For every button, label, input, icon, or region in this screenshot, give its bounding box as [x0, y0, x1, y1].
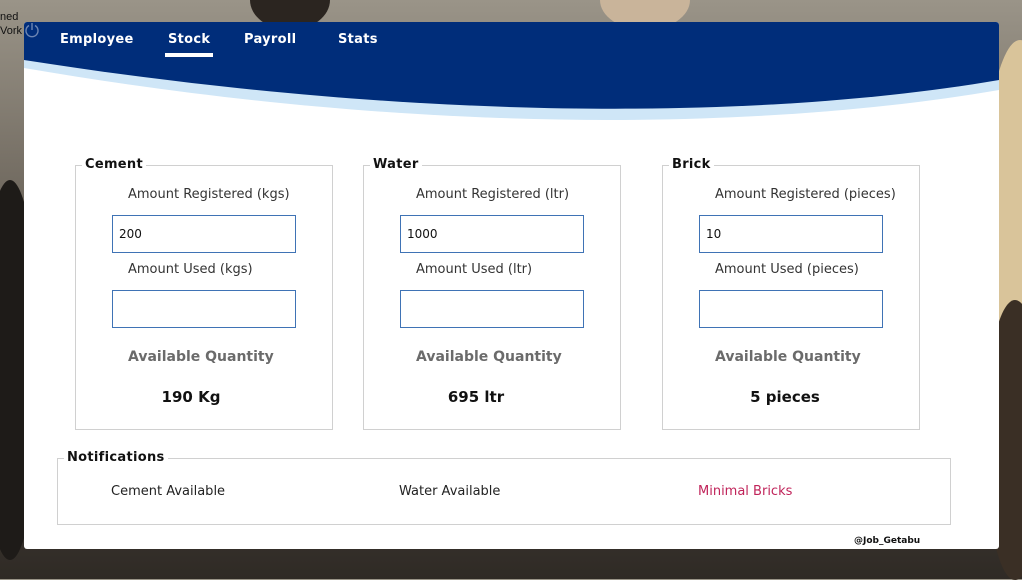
notification-bricks: Minimal Bricks — [698, 484, 793, 499]
brick-registered-input[interactable] — [699, 215, 883, 253]
desktop-edge-text-line1: ned — [0, 11, 19, 23]
water-panel-title: Water — [370, 157, 422, 172]
desktop-edge-text: ned Vork — [0, 10, 22, 38]
water-panel: Water Amount Registered (ltr) Amount Use… — [363, 157, 621, 430]
notifications-title: Notifications — [64, 450, 168, 465]
power-icon[interactable] — [24, 22, 40, 38]
notification-cement: Cement Available — [111, 484, 226, 499]
water-available-value: 695 ltr — [447, 388, 505, 406]
water-used-label: Amount Used (ltr) — [416, 262, 533, 277]
desktop-edge-text-line2: Vork — [0, 25, 23, 37]
nav-tab-stats[interactable]: Stats — [338, 32, 378, 47]
nav-tab-employee[interactable]: Employee — [60, 32, 134, 47]
app-window: Employee Stock Payroll Stats Cement Amou… — [24, 22, 999, 549]
water-available-label: Available Quantity — [416, 349, 562, 365]
water-used-input[interactable] — [400, 290, 584, 328]
cement-panel-title: Cement — [82, 157, 146, 172]
cement-registered-input[interactable] — [112, 215, 296, 253]
brick-available-value: 5 pieces — [750, 388, 820, 406]
nav-tab-payroll[interactable]: Payroll — [244, 32, 296, 47]
header-banner: Employee Stock Payroll Stats — [24, 22, 999, 142]
cement-registered-label: Amount Registered (kgs) — [128, 187, 290, 202]
cement-available-label: Available Quantity — [128, 349, 274, 365]
brick-registered-label: Amount Registered (pieces) — [715, 187, 896, 202]
nav-tab-stock[interactable]: Stock — [164, 32, 214, 57]
brick-available-label: Available Quantity — [715, 349, 861, 365]
author-credit: @Job_Getabu — [854, 536, 921, 546]
cement-used-input[interactable] — [112, 290, 296, 328]
brick-panel-title: Brick — [669, 157, 714, 172]
cement-available-value: 190 Kg — [161, 388, 221, 406]
notification-water: Water Available — [399, 484, 501, 499]
brick-used-label: Amount Used (pieces) — [715, 262, 859, 277]
cement-panel: Cement Amount Registered (kgs) Amount Us… — [75, 157, 333, 430]
water-registered-input[interactable] — [400, 215, 584, 253]
water-registered-label: Amount Registered (ltr) — [416, 187, 570, 202]
cement-used-label: Amount Used (kgs) — [128, 262, 253, 277]
brick-panel: Brick Amount Registered (pieces) Amount … — [662, 157, 920, 430]
brick-used-input[interactable] — [699, 290, 883, 328]
notifications-panel: Notifications Cement Available Water Ava… — [57, 450, 951, 525]
